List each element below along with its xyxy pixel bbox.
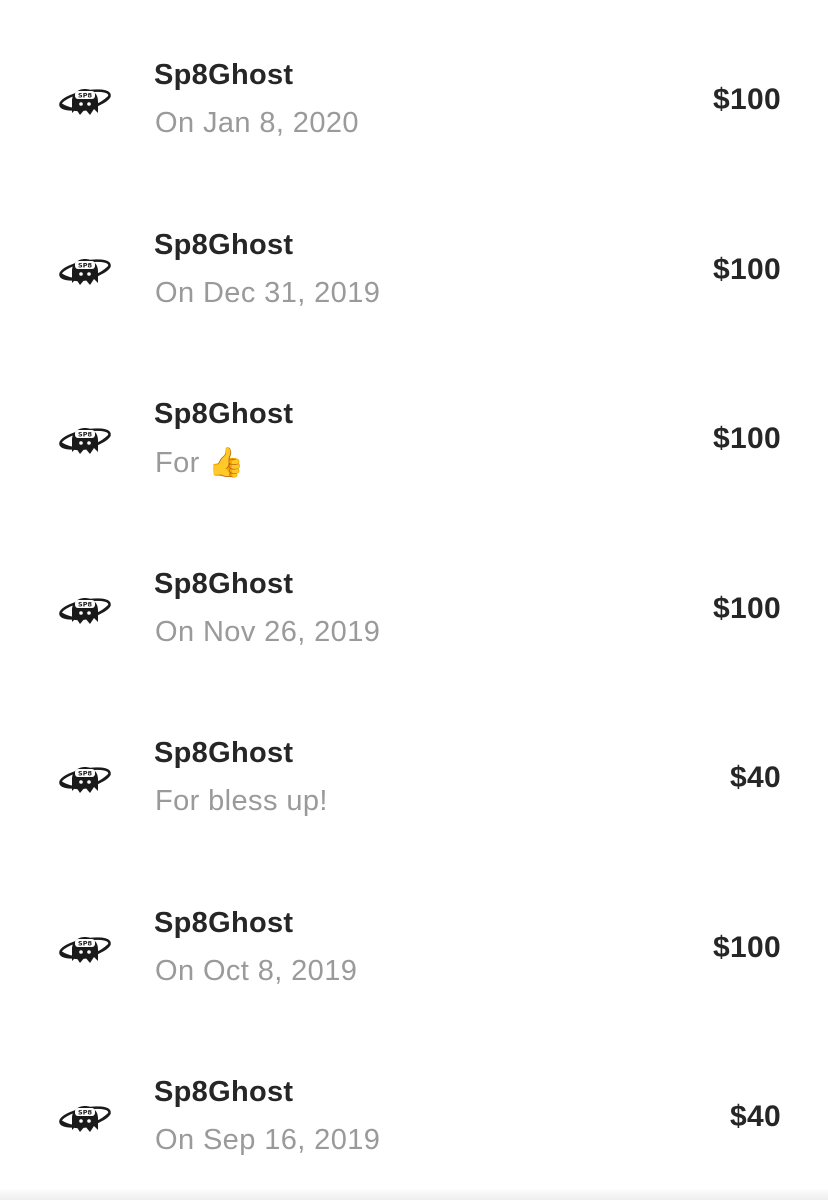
payment-row[interactable]: SP8 Sp8Ghost For bless up! $40 xyxy=(0,693,828,863)
payee-name: Sp8Ghost xyxy=(154,59,294,91)
payment-amount: $40 xyxy=(730,1100,781,1133)
payment-date: On Sep 16, 2019 xyxy=(155,1124,381,1156)
avatar: SP8 xyxy=(58,249,112,291)
sp8ghost-logo-icon: SP8 xyxy=(59,767,111,793)
sp8ghost-logo-icon: SP8 xyxy=(59,1106,111,1132)
payment-row[interactable]: SP8 Sp8Ghost On Oct 8, 2019 $100 xyxy=(0,863,828,1033)
payee-name: Sp8Ghost xyxy=(154,567,294,600)
avatar: SP8 xyxy=(58,79,112,121)
svg-text:SP8: SP8 xyxy=(78,1109,92,1117)
sp8ghost-logo-icon: SP8 xyxy=(59,936,111,963)
bottom-edge xyxy=(0,1188,828,1200)
payment-list: SP8 Sp8Ghost On Jan 8, 2020 $100 SP8 Sp8… xyxy=(0,15,828,1202)
svg-text:SP8: SP8 xyxy=(78,939,92,947)
sp8ghost-logo-icon: SP8 xyxy=(59,89,111,115)
payee-name: Sp8Ghost xyxy=(154,228,294,261)
payment-note: For bless up! xyxy=(155,785,328,817)
payment-row[interactable]: SP8 Sp8Ghost On Nov 26, 2019 $100 xyxy=(0,524,828,694)
payment-amount: $40 xyxy=(730,761,781,794)
avatar: SP8 xyxy=(58,1096,112,1138)
svg-text:SP8: SP8 xyxy=(78,600,92,608)
sp8ghost-logo-icon: SP8 xyxy=(59,428,111,454)
payee-name: Sp8Ghost xyxy=(154,906,294,939)
payee-name: Sp8Ghost xyxy=(154,398,294,430)
payment-row[interactable]: SP8 Sp8Ghost On Sep 16, 2019 $40 xyxy=(0,1032,828,1202)
svg-text:SP8: SP8 xyxy=(78,770,92,778)
payment-row[interactable]: SP8 Sp8Ghost On Dec 31, 2019 $100 xyxy=(0,185,828,355)
avatar: SP8 xyxy=(58,588,112,630)
payment-date: On Jan 8, 2020 xyxy=(155,107,359,139)
svg-text:SP8: SP8 xyxy=(78,92,92,100)
sp8ghost-logo-icon: SP8 xyxy=(59,258,111,285)
sp8ghost-logo-icon: SP8 xyxy=(59,597,111,624)
payment-date: On Oct 8, 2019 xyxy=(155,954,358,987)
payment-note: For 👍 xyxy=(155,447,245,479)
payment-row[interactable]: SP8 Sp8Ghost For 👍 $100 xyxy=(0,354,828,524)
payment-amount: $100 xyxy=(713,422,781,455)
payee-name: Sp8Ghost xyxy=(154,737,294,769)
payment-amount: $100 xyxy=(713,930,781,964)
payment-amount: $100 xyxy=(713,83,781,116)
svg-text:SP8: SP8 xyxy=(78,431,92,439)
avatar: SP8 xyxy=(58,927,112,969)
payment-amount: $100 xyxy=(713,591,781,625)
avatar: SP8 xyxy=(58,757,112,799)
payment-date: On Nov 26, 2019 xyxy=(155,615,381,648)
payment-date: On Dec 31, 2019 xyxy=(155,276,381,309)
payment-amount: $100 xyxy=(713,252,781,286)
payee-name: Sp8Ghost xyxy=(154,1076,294,1108)
payment-row[interactable]: SP8 Sp8Ghost On Jan 8, 2020 $100 xyxy=(0,15,828,185)
avatar: SP8 xyxy=(58,418,112,460)
svg-text:SP8: SP8 xyxy=(78,261,92,269)
